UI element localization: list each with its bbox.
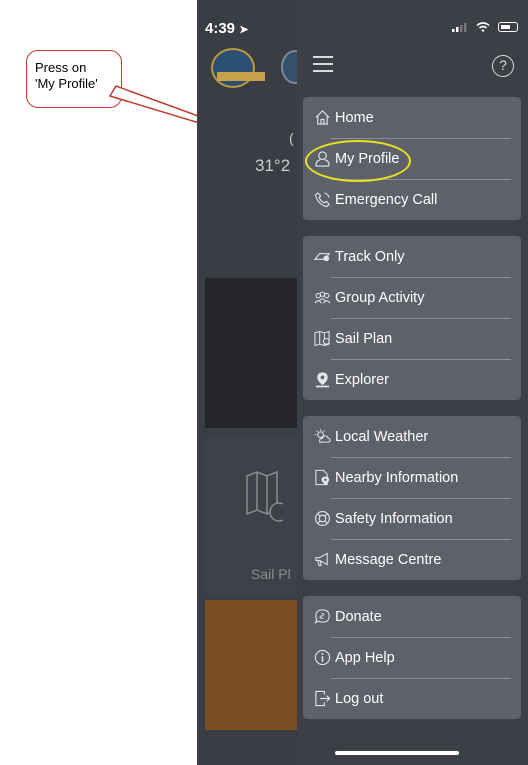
pin-icon xyxy=(313,371,331,389)
phone-icon xyxy=(313,191,331,209)
battery-icon xyxy=(498,22,518,33)
weather-icon xyxy=(313,428,331,446)
bg-map-icon xyxy=(246,470,283,522)
group-icon xyxy=(313,289,331,307)
menu-group-activities: Track Only Group Activity Sail Plan Expl… xyxy=(303,236,521,400)
menu-item-label: Nearby Information xyxy=(335,469,459,486)
menu-item-message-centre[interactable]: Message Centre xyxy=(303,539,521,580)
instruction-callout: Press on 'My Profile' xyxy=(26,50,122,108)
map-icon xyxy=(313,330,331,348)
menu-item-label: Home xyxy=(335,109,374,126)
info-icon xyxy=(313,649,331,667)
menu-item-app-help[interactable]: App Help xyxy=(303,637,521,678)
menu-item-home[interactable]: Home xyxy=(303,97,521,138)
bg-panel-orange xyxy=(205,600,297,730)
status-time: 4:39 ➤ xyxy=(205,20,248,37)
bg-sail-label: Sail Pl xyxy=(251,566,291,582)
menu-item-label: App Help xyxy=(335,649,395,666)
menu-item-label: Sail Plan xyxy=(335,330,393,347)
side-drawer-menu: ? Home My Profile Emergency Call Track O… xyxy=(297,0,528,765)
phone-screen: 4:39 ➤ ( 31°2 Sail Pl ? Home My Profile … xyxy=(197,0,528,765)
coast-guard-logo xyxy=(211,48,265,88)
track-icon xyxy=(313,248,331,266)
menu-group-account: Home My Profile Emergency Call xyxy=(303,97,521,220)
menu-item-label: Message Centre xyxy=(335,551,442,568)
status-indicators xyxy=(452,22,518,33)
bg-temperature: 31°2 xyxy=(255,156,291,175)
coast-guard-logo-band xyxy=(217,72,265,81)
menu-item-emergency-call[interactable]: Emergency Call xyxy=(303,179,521,220)
menu-group-information: Local Weather Nearby Information Safety … xyxy=(303,416,521,580)
menu-item-label: Explorer xyxy=(335,371,389,388)
home-indicator[interactable] xyxy=(335,751,459,755)
callout-text-line2: 'My Profile' xyxy=(35,76,98,91)
menu-item-explorer[interactable]: Explorer xyxy=(303,359,521,400)
megaphone-icon xyxy=(313,551,331,569)
menu-item-label: Log out xyxy=(335,690,384,707)
donate-icon xyxy=(313,608,331,626)
menu-item-label: Emergency Call xyxy=(335,191,438,208)
logout-icon xyxy=(313,690,331,708)
bg-paren-text: ( xyxy=(289,130,294,146)
wifi-icon xyxy=(476,22,490,33)
home-icon xyxy=(313,109,331,127)
menu-item-label: Local Weather xyxy=(335,428,429,445)
menu-item-label: Donate xyxy=(335,608,382,625)
location-arrow-icon: ➤ xyxy=(239,24,249,36)
menu-item-nearby-information[interactable]: Nearby Information xyxy=(303,457,521,498)
menu-item-track-only[interactable]: Track Only xyxy=(303,236,521,277)
menu-item-donate[interactable]: Donate xyxy=(303,596,521,637)
menu-item-group-activity[interactable]: Group Activity xyxy=(303,277,521,318)
menu-item-log-out[interactable]: Log out xyxy=(303,678,521,719)
menu-item-my-profile[interactable]: My Profile xyxy=(303,138,521,179)
menu-item-sail-plan[interactable]: Sail Plan xyxy=(303,318,521,359)
menu-group-support: Donate App Help Log out xyxy=(303,596,521,719)
help-icon[interactable]: ? xyxy=(492,55,514,77)
callout-text-line1: Press on xyxy=(35,60,87,75)
document-pin-icon xyxy=(313,469,331,487)
menu-item-safety-information[interactable]: Safety Information xyxy=(303,498,521,539)
hamburger-menu-icon[interactable] xyxy=(313,56,333,72)
menu-item-label: Group Activity xyxy=(335,289,425,306)
status-time-text: 4:39 xyxy=(205,20,236,37)
menu-item-label: Safety Information xyxy=(335,510,453,527)
menu-item-local-weather[interactable]: Local Weather xyxy=(303,416,521,457)
cellular-signal-icon xyxy=(452,23,467,33)
lifebuoy-icon xyxy=(313,510,331,528)
bg-panel-dark xyxy=(205,278,297,428)
menu-item-label: Track Only xyxy=(335,248,405,265)
user-icon xyxy=(313,150,331,168)
menu-item-label: My Profile xyxy=(335,150,400,167)
